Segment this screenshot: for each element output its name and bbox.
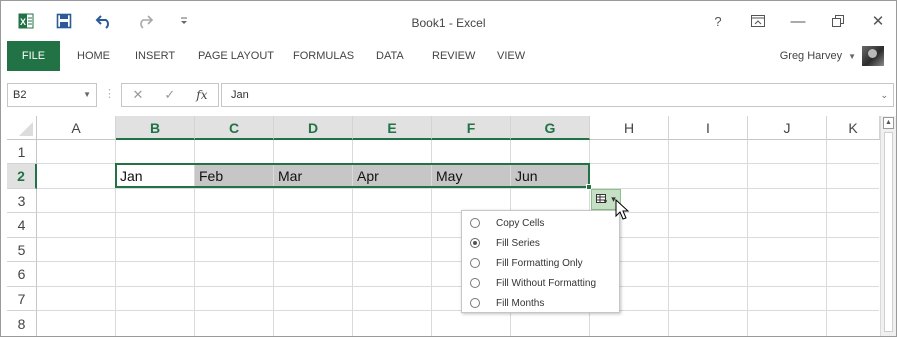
redo-icon[interactable] bbox=[134, 1, 156, 41]
vertical-scrollbar[interactable]: ▲ bbox=[880, 116, 896, 336]
menu-item-label: Copy Cells bbox=[496, 217, 545, 229]
formula-buttons: ✕ ✓ fx bbox=[121, 83, 219, 107]
menu-item-fill-formatting-only[interactable]: Fill Formatting Only bbox=[465, 253, 617, 273]
save-icon[interactable] bbox=[53, 1, 75, 41]
customize-qat-icon[interactable] bbox=[176, 1, 192, 41]
help-icon[interactable]: ? bbox=[701, 1, 735, 41]
formula-input[interactable]: Jan ⌄ bbox=[221, 83, 894, 107]
tab-view[interactable]: VIEW bbox=[497, 41, 525, 71]
menu-item-label: Fill Series bbox=[496, 237, 540, 249]
tab-review[interactable]: REVIEW bbox=[432, 41, 475, 71]
column-header-k[interactable]: K bbox=[827, 116, 880, 140]
gridline bbox=[37, 286, 879, 287]
tab-data[interactable]: DATA bbox=[376, 41, 404, 71]
column-header-h[interactable]: H bbox=[590, 116, 669, 140]
cell-e2[interactable]: Apr bbox=[353, 164, 431, 188]
cell-f2[interactable]: May bbox=[432, 164, 510, 188]
menu-item-fill-without-formatting[interactable]: Fill Without Formatting bbox=[465, 273, 617, 293]
scroll-thumb[interactable] bbox=[884, 132, 893, 332]
menu-item-label: Fill Formatting Only bbox=[496, 257, 583, 269]
name-box[interactable]: B2 ▼ bbox=[7, 83, 97, 107]
autofill-options-menu: Copy Cells Fill Series Fill Formatting O… bbox=[461, 210, 620, 313]
excel-logo-icon[interactable]: X bbox=[15, 1, 37, 41]
radio-icon[interactable] bbox=[470, 298, 480, 308]
menu-item-copy-cells[interactable]: Copy Cells bbox=[465, 213, 617, 233]
expand-formula-bar-icon[interactable]: ⌄ bbox=[880, 84, 888, 106]
avatar bbox=[862, 46, 884, 66]
cell-g2[interactable]: Jun bbox=[511, 164, 589, 188]
gridline bbox=[37, 261, 879, 262]
autofill-options-icon bbox=[596, 194, 608, 203]
gridline bbox=[37, 212, 879, 213]
tab-file[interactable]: FILE bbox=[7, 41, 60, 71]
column-header-a[interactable]: A bbox=[37, 116, 116, 140]
name-box-value: B2 bbox=[13, 89, 27, 101]
column-header-b[interactable]: B bbox=[116, 116, 195, 140]
ribbon-display-icon[interactable] bbox=[741, 1, 775, 41]
select-all-button[interactable] bbox=[7, 116, 37, 140]
radio-selected-icon[interactable] bbox=[470, 238, 480, 248]
column-header-f[interactable]: F bbox=[432, 116, 511, 140]
undo-icon[interactable] bbox=[93, 1, 115, 41]
row-header-7[interactable]: 7 bbox=[7, 287, 37, 311]
row-header-8[interactable]: 8 bbox=[7, 311, 37, 336]
gridline bbox=[668, 140, 669, 336]
menu-item-fill-series[interactable]: Fill Series bbox=[465, 233, 617, 253]
mouse-pointer-icon bbox=[615, 199, 630, 220]
chevron-down-icon[interactable]: ▼ bbox=[83, 84, 91, 106]
formula-input-value: Jan bbox=[231, 89, 249, 101]
radio-icon[interactable] bbox=[470, 218, 480, 228]
column-header-d[interactable]: D bbox=[274, 116, 353, 140]
gridline bbox=[37, 188, 879, 189]
menu-item-label: Fill Months bbox=[496, 297, 545, 309]
radio-icon[interactable] bbox=[470, 258, 480, 268]
gridline bbox=[37, 310, 879, 311]
svg-text:X: X bbox=[20, 17, 26, 27]
ribbon-tabs: FILE HOME INSERT PAGE LAYOUT FORMULAS DA… bbox=[1, 41, 896, 71]
tab-page-layout[interactable]: PAGE LAYOUT bbox=[198, 41, 274, 71]
excel-window: X Book1 - Excel ? — ✕ FILE HOME INSERT P… bbox=[0, 0, 897, 337]
row-header-2[interactable]: 2 bbox=[7, 164, 37, 189]
gridline bbox=[826, 140, 827, 336]
cancel-icon[interactable]: ✕ bbox=[132, 87, 143, 103]
row-header-3[interactable]: 3 bbox=[7, 189, 37, 213]
tab-home[interactable]: HOME bbox=[77, 41, 110, 71]
radio-icon[interactable] bbox=[470, 278, 480, 288]
column-header-c[interactable]: C bbox=[195, 116, 274, 140]
minimize-icon[interactable]: — bbox=[781, 1, 815, 41]
menu-item-fill-months[interactable]: Fill Months bbox=[465, 293, 617, 313]
row-header-1[interactable]: 1 bbox=[7, 140, 37, 164]
column-header-e[interactable]: E bbox=[353, 116, 432, 140]
gridline bbox=[747, 140, 748, 336]
tab-insert[interactable]: INSERT bbox=[135, 41, 175, 71]
row-header-5[interactable]: 5 bbox=[7, 238, 37, 262]
resize-handle-icon[interactable]: ⋮ bbox=[104, 87, 115, 100]
tab-formulas[interactable]: FORMULAS bbox=[293, 41, 354, 71]
enter-icon[interactable]: ✓ bbox=[164, 87, 175, 103]
user-account[interactable]: Greg Harvey ▼ bbox=[780, 45, 884, 67]
formula-bar: B2 ▼ ⋮ ✕ ✓ fx Jan ⌄ bbox=[1, 83, 896, 109]
cell-d2[interactable]: Mar bbox=[274, 164, 352, 188]
title-bar: X Book1 - Excel ? — ✕ bbox=[1, 1, 896, 41]
column-header-j[interactable]: J bbox=[748, 116, 827, 140]
restore-icon[interactable] bbox=[821, 1, 855, 41]
row-header-4[interactable]: 4 bbox=[7, 213, 37, 238]
column-header-i[interactable]: I bbox=[669, 116, 748, 140]
cell-b2[interactable]: Jan bbox=[116, 164, 194, 188]
insert-function-icon[interactable]: fx bbox=[196, 88, 207, 102]
user-name: Greg Harvey bbox=[779, 50, 843, 62]
chevron-down-icon: ▼ bbox=[848, 51, 856, 61]
worksheet-grid: A B C D E F G H I J K 1 2 3 4 5 6 7 8 Ja… bbox=[1, 116, 896, 336]
menu-item-label: Fill Without Formatting bbox=[496, 277, 597, 289]
close-icon[interactable]: ✕ bbox=[861, 1, 895, 41]
row-header-6[interactable]: 6 bbox=[7, 262, 37, 287]
column-header-g[interactable]: G bbox=[511, 116, 590, 140]
scroll-up-icon[interactable]: ▲ bbox=[883, 117, 894, 129]
gridline bbox=[37, 237, 879, 238]
cell-c2[interactable]: Feb bbox=[195, 164, 273, 188]
